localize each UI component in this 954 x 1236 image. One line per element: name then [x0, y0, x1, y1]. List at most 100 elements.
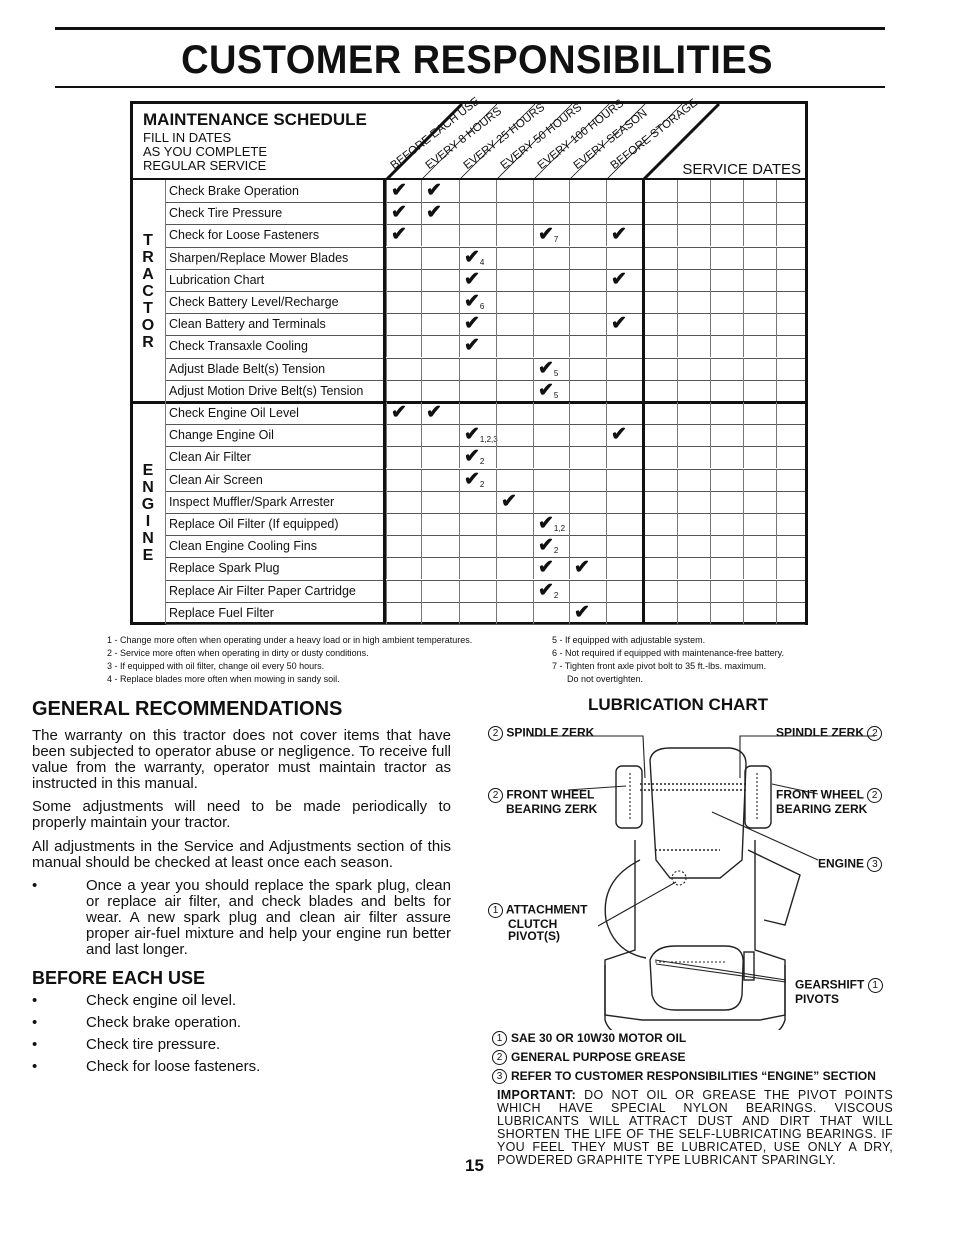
service-date-cell[interactable] [677, 268, 710, 291]
service-date-cell[interactable] [710, 357, 743, 380]
service-date-cell[interactable] [644, 557, 677, 580]
service-date-cell[interactable] [776, 424, 809, 447]
service-date-cell[interactable] [644, 424, 677, 447]
service-date-cell[interactable] [677, 513, 710, 535]
service-date-cell[interactable] [644, 513, 677, 535]
service-date-cell[interactable] [776, 180, 809, 202]
service-date-cell[interactable] [743, 379, 776, 402]
service-date-cell[interactable] [776, 313, 809, 336]
service-date-cell[interactable] [776, 379, 809, 402]
service-date-cell[interactable] [776, 446, 809, 469]
service-date-cell[interactable] [644, 335, 677, 358]
service-date-cell[interactable] [644, 579, 677, 602]
service-date-cell[interactable] [743, 313, 776, 336]
service-date-cell[interactable] [677, 579, 710, 602]
service-date-cell[interactable] [677, 424, 710, 447]
service-date-cell[interactable] [710, 601, 743, 624]
service-date-cell[interactable] [677, 180, 710, 202]
service-date-cell[interactable] [743, 468, 776, 491]
service-date-cell[interactable] [677, 335, 710, 358]
service-date-cell[interactable] [743, 601, 776, 624]
service-date-cell[interactable] [644, 246, 677, 269]
service-date-cell[interactable] [710, 335, 743, 358]
service-date-cell[interactable] [644, 313, 677, 336]
service-date-cell[interactable] [644, 468, 677, 491]
service-date-cell[interactable] [677, 446, 710, 469]
service-date-cell[interactable] [776, 490, 809, 513]
service-date-cell[interactable] [644, 357, 677, 380]
service-date-cell[interactable] [644, 291, 677, 313]
service-date-cell[interactable] [710, 313, 743, 336]
service-date-cell[interactable] [644, 446, 677, 469]
service-date-cell[interactable] [776, 513, 809, 535]
service-date-cell[interactable] [776, 357, 809, 380]
service-date-cell[interactable] [743, 557, 776, 580]
service-date-cell[interactable] [743, 291, 776, 313]
service-date-cell[interactable] [743, 490, 776, 513]
service-date-cell[interactable] [644, 379, 677, 402]
service-date-cell[interactable] [743, 579, 776, 602]
service-date-cell[interactable] [710, 513, 743, 535]
service-date-cell[interactable] [710, 402, 743, 424]
service-date-cell[interactable] [710, 579, 743, 602]
service-date-cell[interactable] [776, 291, 809, 313]
service-date-cell[interactable] [743, 513, 776, 535]
service-date-cell[interactable] [677, 224, 710, 247]
service-date-cell[interactable] [710, 202, 743, 225]
service-date-cell[interactable] [776, 335, 809, 358]
service-date-cell[interactable] [710, 379, 743, 402]
service-date-cell[interactable] [710, 224, 743, 247]
service-date-cell[interactable] [644, 202, 677, 225]
service-date-cell[interactable] [710, 424, 743, 447]
service-date-cell[interactable] [743, 246, 776, 269]
service-date-cell[interactable] [677, 357, 710, 380]
service-date-cell[interactable] [710, 446, 743, 469]
service-date-cell[interactable] [644, 535, 677, 558]
service-date-cell[interactable] [677, 202, 710, 225]
service-date-cell[interactable] [776, 202, 809, 225]
service-date-cell[interactable] [743, 224, 776, 247]
service-date-cell[interactable] [644, 180, 677, 202]
service-date-cell[interactable] [776, 535, 809, 558]
service-date-cell[interactable] [677, 535, 710, 558]
service-date-cell[interactable] [776, 246, 809, 269]
service-date-cell[interactable] [776, 601, 809, 624]
service-date-cell[interactable] [677, 291, 710, 313]
service-date-cell[interactable] [644, 268, 677, 291]
service-date-cell[interactable] [776, 224, 809, 247]
service-date-cell[interactable] [677, 246, 710, 269]
service-date-cell[interactable] [743, 180, 776, 202]
service-date-cell[interactable] [710, 291, 743, 313]
service-date-cell[interactable] [743, 402, 776, 424]
service-date-cell[interactable] [776, 402, 809, 424]
service-date-cell[interactable] [776, 268, 809, 291]
service-date-cell[interactable] [677, 490, 710, 513]
service-date-cell[interactable] [710, 468, 743, 491]
service-date-cell[interactable] [710, 268, 743, 291]
service-date-cell[interactable] [677, 313, 710, 336]
service-date-cell[interactable] [677, 601, 710, 624]
service-date-cell[interactable] [677, 468, 710, 491]
service-date-cell[interactable] [710, 180, 743, 202]
service-date-cell[interactable] [743, 446, 776, 469]
service-date-cell[interactable] [743, 202, 776, 225]
service-date-cell[interactable] [677, 402, 710, 424]
service-date-cell[interactable] [776, 579, 809, 602]
service-date-cell[interactable] [743, 357, 776, 380]
service-date-cell[interactable] [776, 557, 809, 580]
service-date-cell[interactable] [710, 535, 743, 558]
service-date-cell[interactable] [710, 490, 743, 513]
service-date-cell[interactable] [644, 402, 677, 424]
service-date-cell[interactable] [743, 424, 776, 447]
service-date-cell[interactable] [710, 246, 743, 269]
service-date-cell[interactable] [743, 268, 776, 291]
service-date-cell[interactable] [743, 535, 776, 558]
service-date-cell[interactable] [677, 379, 710, 402]
service-date-cell[interactable] [644, 601, 677, 624]
service-date-cell[interactable] [743, 335, 776, 358]
service-date-cell[interactable] [776, 468, 809, 491]
service-date-cell[interactable] [677, 557, 710, 580]
service-date-cell[interactable] [644, 224, 677, 247]
service-date-cell[interactable] [644, 490, 677, 513]
service-date-cell[interactable] [710, 557, 743, 580]
